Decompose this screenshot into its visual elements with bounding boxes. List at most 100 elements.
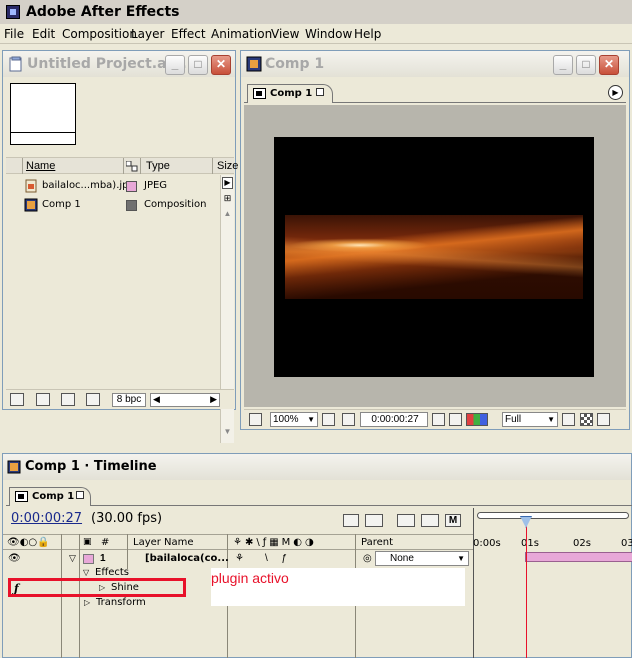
mask-view-icon[interactable] xyxy=(342,413,355,426)
menu-bar: File Edit Composition Layer Effect Anima… xyxy=(0,24,632,44)
menu-window[interactable]: Window xyxy=(305,27,352,41)
motion-blur-icon[interactable]: M xyxy=(445,514,461,527)
composition-icon xyxy=(7,460,21,474)
always-preview-icon[interactable] xyxy=(249,413,262,426)
menu-view[interactable]: View xyxy=(271,27,299,41)
playhead-line[interactable] xyxy=(526,520,527,658)
new-folder-icon[interactable] xyxy=(36,393,50,406)
find-icon[interactable] xyxy=(10,393,24,406)
maximize-icon: □ xyxy=(194,57,202,71)
scroll-down-icon[interactable]: ▼ xyxy=(222,427,233,438)
column-layer-name[interactable]: Layer Name xyxy=(133,537,194,548)
live-update-icon[interactable] xyxy=(365,514,383,527)
column-size[interactable]: Size xyxy=(217,160,238,172)
menu-edit[interactable]: Edit xyxy=(32,27,55,41)
close-button[interactable]: ✕ xyxy=(211,55,231,75)
menu-layer[interactable]: Layer xyxy=(131,27,164,41)
project-window: Untitled Project.ae... _ □ ✕ Name Type S… xyxy=(2,50,238,443)
menu-file[interactable]: File xyxy=(4,27,24,41)
quality-switch-icon[interactable]: \ xyxy=(265,553,268,564)
pixel-aspect-icon[interactable] xyxy=(597,413,610,426)
timeline-column-headers: 👁◐○🔒 ▣ # Layer Name ⚘✱\ƒ▦M◐◑ Parent xyxy=(3,534,473,550)
resolution-dropdown[interactable]: Full xyxy=(502,412,558,427)
scroll-right-icon[interactable]: ▶ xyxy=(210,394,217,405)
highlight-box xyxy=(8,578,186,597)
layer-duration-bar[interactable] xyxy=(525,552,632,562)
zoom-dropdown[interactable]: 100% xyxy=(270,412,318,427)
flowchart-icon[interactable]: ⊞ xyxy=(222,193,233,205)
minimize-button[interactable]: _ xyxy=(165,55,185,75)
video-switch-icon[interactable]: 👁 xyxy=(8,553,21,564)
transparency-grid-icon[interactable] xyxy=(580,413,593,426)
scroll-left-icon[interactable]: ◀ xyxy=(153,394,160,405)
transform-group-label[interactable]: Transform xyxy=(96,597,146,608)
column-parent[interactable]: Parent xyxy=(361,537,393,548)
comp-canvas[interactable] xyxy=(274,137,594,377)
effect-switch-icon[interactable]: ƒ xyxy=(281,553,287,564)
switches-icons: ⚘✱\ƒ▦M◐◑ xyxy=(233,537,317,548)
effects-twirl-icon[interactable]: ▽ xyxy=(83,568,89,577)
shy-switch-icon[interactable]: ⚘ xyxy=(235,553,244,564)
trash-icon[interactable] xyxy=(86,393,100,406)
label-color-icon[interactable] xyxy=(126,161,138,172)
column-type[interactable]: Type xyxy=(146,160,170,172)
timeline-window: Comp 1 · Timeline Comp 1 0:00:00:27 (30.… xyxy=(2,453,632,658)
comp-flowchart-icon[interactable] xyxy=(343,514,359,527)
column-number[interactable]: # xyxy=(101,537,109,548)
tab-comp-1[interactable]: Comp 1 xyxy=(247,84,333,103)
parent-dropdown[interactable]: None xyxy=(375,551,469,566)
twirl-down-icon[interactable]: ▽ xyxy=(69,553,76,564)
menu-composition[interactable]: Composition xyxy=(62,27,137,41)
after-effects-logo-icon xyxy=(6,5,20,19)
menu-help[interactable]: Help xyxy=(354,27,381,41)
channel-icon[interactable] xyxy=(466,413,488,426)
current-time-display[interactable]: 0:00:00:27 xyxy=(11,511,82,526)
bpc-button[interactable]: 8 bpc xyxy=(112,393,146,407)
show-snapshot-icon[interactable] xyxy=(449,413,462,426)
panel-menu-icon[interactable]: ▶ xyxy=(608,85,623,100)
effects-group-label[interactable]: Effects xyxy=(95,567,129,578)
menu-effect[interactable]: Effect xyxy=(171,27,206,41)
draft-3d-icon[interactable] xyxy=(397,514,415,527)
time-navigator[interactable] xyxy=(477,512,629,519)
column-name[interactable]: Name xyxy=(26,160,55,172)
comp-viewer[interactable] xyxy=(244,105,626,407)
pick-whip-icon[interactable]: ◎ xyxy=(363,553,372,564)
minimize-icon: _ xyxy=(559,57,567,71)
composition-window: Comp 1 _ □ ✕ Comp 1 ▶ 100% 0:00:00:27 Fu… xyxy=(240,50,630,430)
project-document-icon xyxy=(9,56,22,72)
project-horizontal-scrollbar[interactable]: ◀ ▶ xyxy=(150,393,220,407)
project-thumbnail xyxy=(10,83,76,145)
timeline-title-bar[interactable]: Comp 1 · Timeline xyxy=(3,454,631,480)
label-swatch-jpg[interactable] xyxy=(126,181,137,192)
label-column-icon[interactable]: ▣ xyxy=(83,537,92,547)
tab-close-icon[interactable] xyxy=(76,491,84,499)
frame-blending-icon[interactable] xyxy=(421,514,439,527)
close-button[interactable]: ✕ xyxy=(599,55,619,75)
layer-label-swatch[interactable] xyxy=(83,554,94,564)
scroll-up-icon[interactable]: ▲ xyxy=(222,209,233,220)
menu-animation[interactable]: Animation xyxy=(211,27,272,41)
region-of-interest-icon[interactable] xyxy=(562,413,575,426)
maximize-button[interactable]: □ xyxy=(188,55,208,75)
project-title-bar[interactable]: Untitled Project.ae... _ □ ✕ xyxy=(3,51,235,77)
safe-margins-icon[interactable] xyxy=(322,413,335,426)
tab-comp-1[interactable]: Comp 1 xyxy=(9,487,91,506)
project-item-jpg[interactable]: bailaloc...mba).jpg JPEG xyxy=(6,177,220,196)
new-comp-icon[interactable] xyxy=(61,393,75,406)
time-ruler[interactable]: 0:00s 01s 02s 03 xyxy=(473,508,632,550)
transform-twirl-icon[interactable]: ▷ xyxy=(84,598,90,607)
tab-close-icon[interactable] xyxy=(316,88,324,96)
composition-tab-icon xyxy=(253,88,266,99)
project-item-comp[interactable]: Comp 1 Composition xyxy=(6,196,220,215)
flowchart-arrow-icon[interactable]: ▶ xyxy=(222,177,233,189)
maximize-button[interactable]: □ xyxy=(576,55,596,75)
layer-name[interactable]: [bailaloca(co... xyxy=(145,553,229,564)
snapshot-icon[interactable] xyxy=(432,413,445,426)
label-swatch-comp[interactable] xyxy=(126,200,137,211)
comp-title-bar[interactable]: Comp 1 _ □ ✕ xyxy=(241,51,629,77)
current-time-field[interactable]: 0:00:00:27 xyxy=(360,412,428,427)
minimize-button[interactable]: _ xyxy=(553,55,573,75)
timeline-layer-row[interactable]: 👁 ▽ 1 [bailaloca(co... ⚘ \ ƒ ◎ None xyxy=(3,551,473,568)
project-column-headers: Name Type Size xyxy=(6,157,238,174)
